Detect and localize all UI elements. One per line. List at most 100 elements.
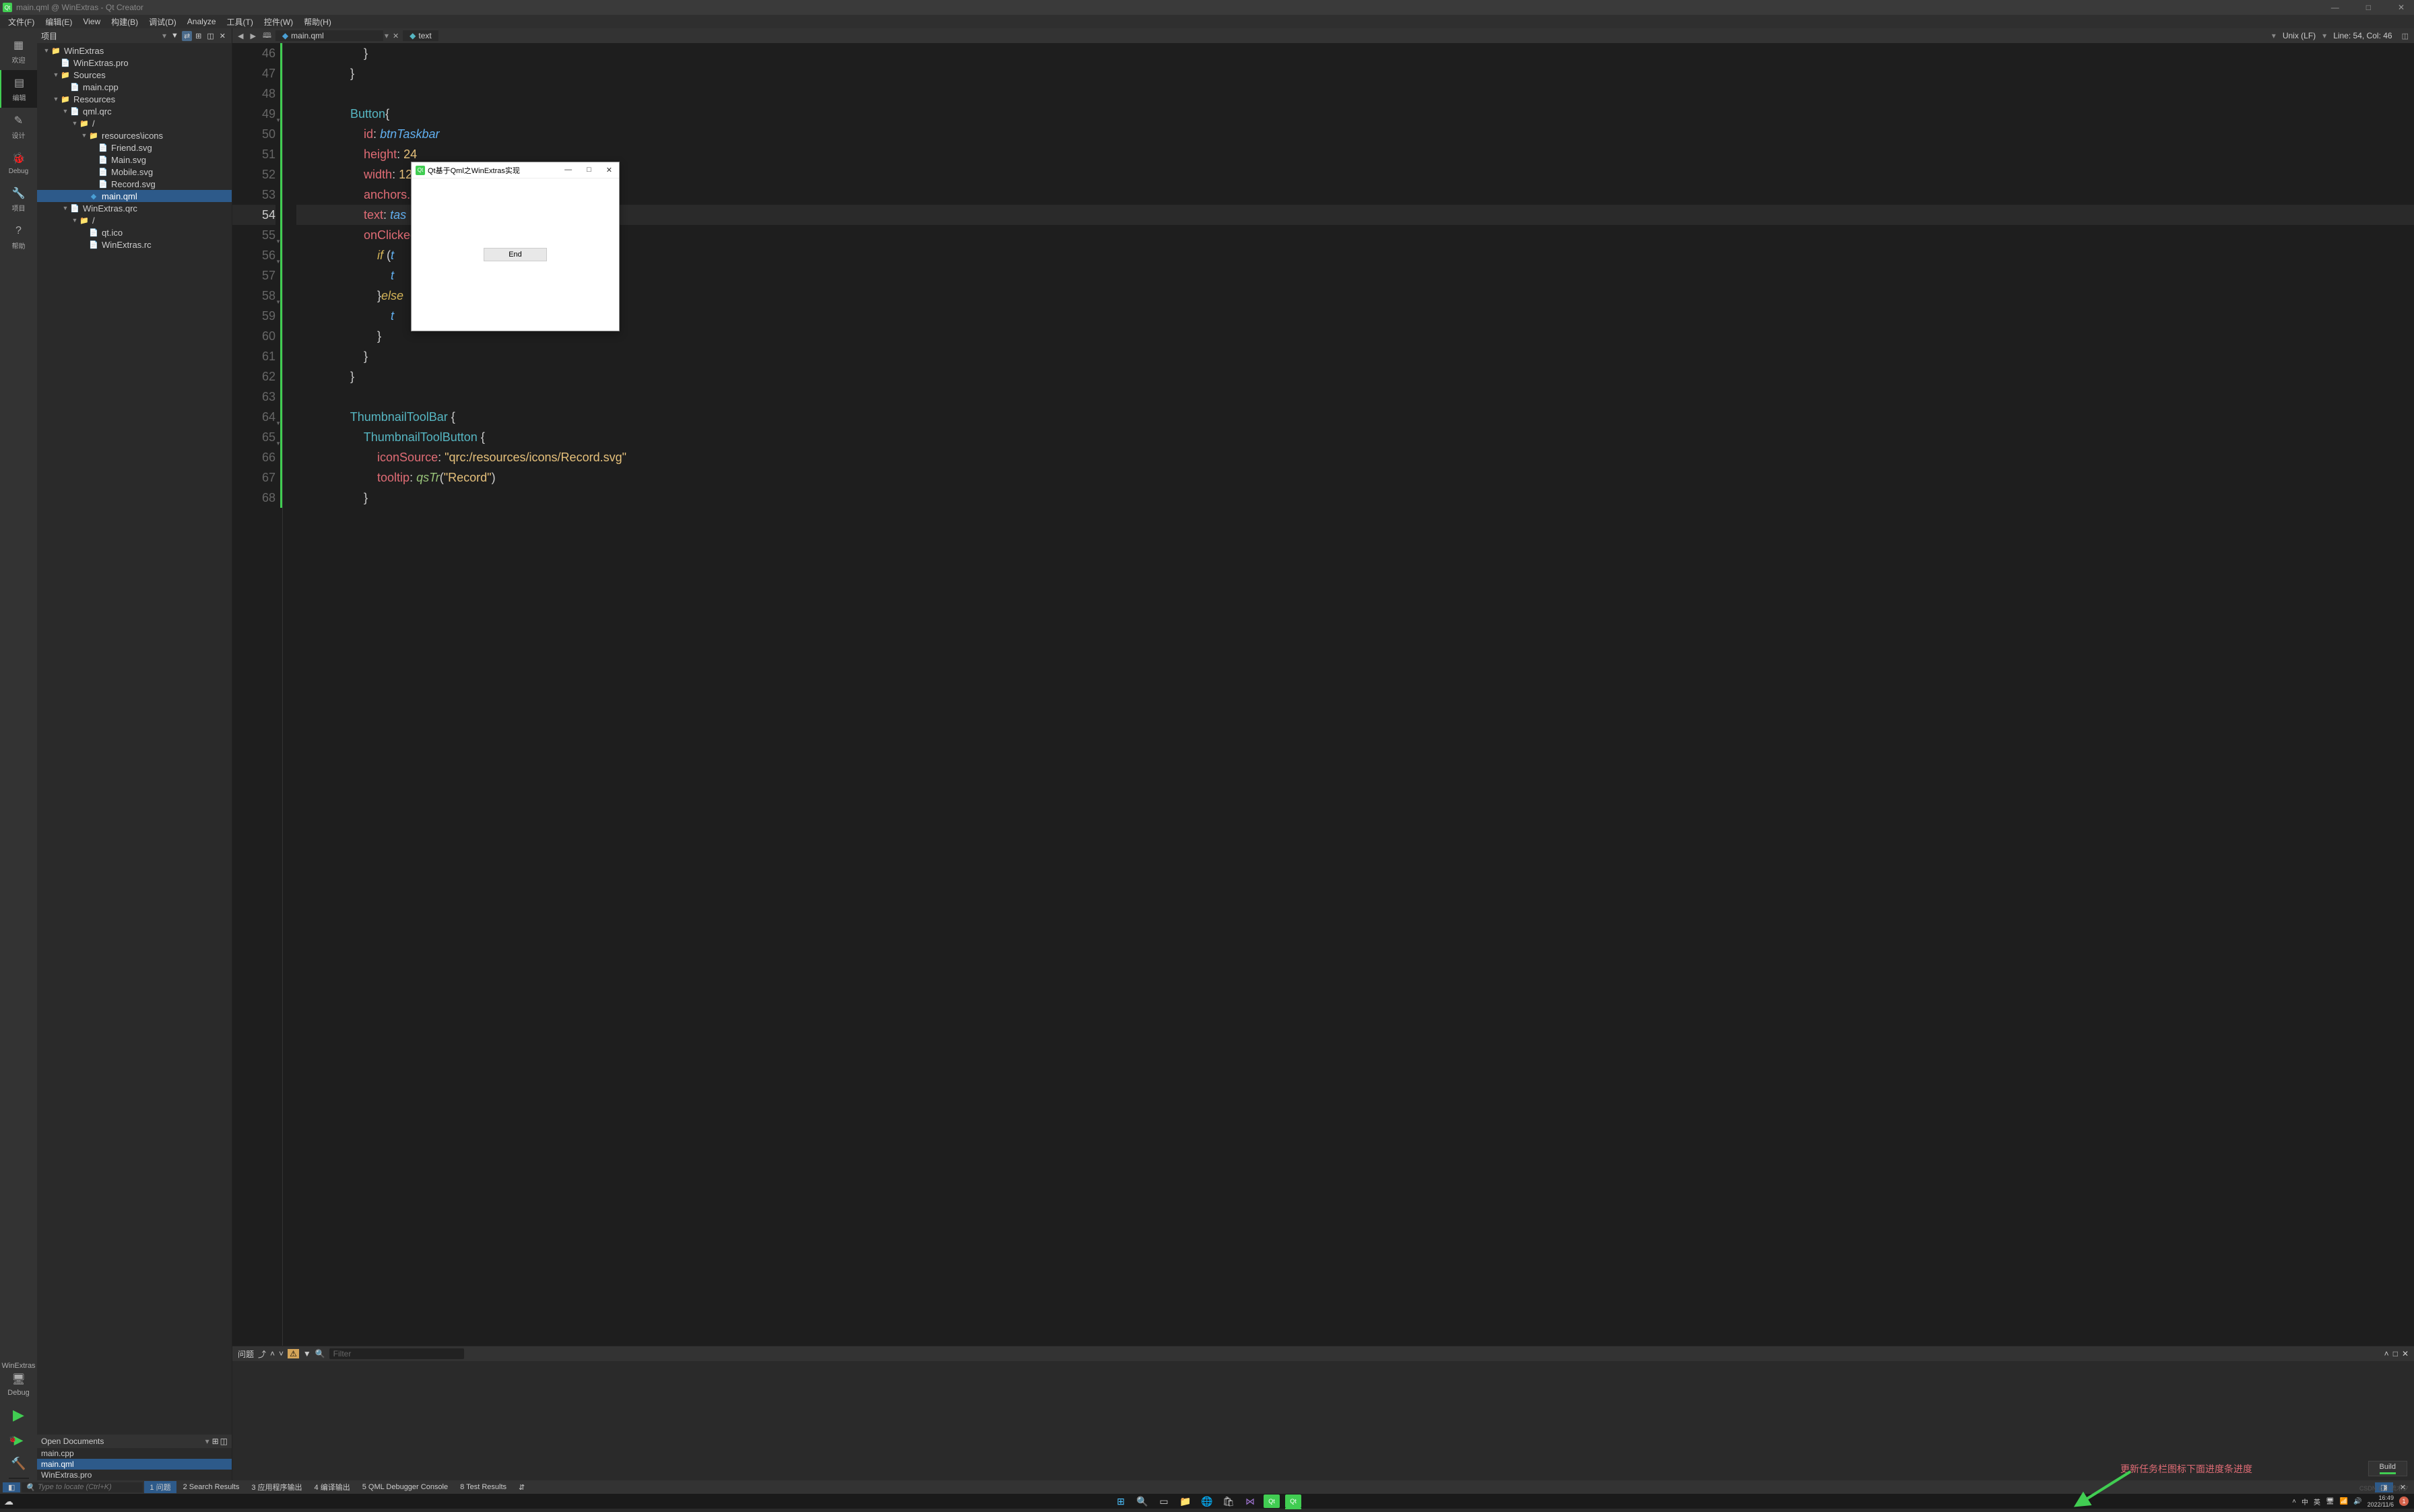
maximize-icon[interactable]: □: [2393, 1349, 2398, 1358]
explorer-icon[interactable]: 📁: [1177, 1494, 1194, 1508]
tab-app-output[interactable]: 3 应用程序输出: [246, 1481, 307, 1493]
tree-item[interactable]: ▼📄qml.qrc: [37, 105, 232, 117]
bookmark-icon[interactable]: 🕮: [260, 29, 274, 43]
nav-back-icon[interactable]: ◀: [235, 31, 246, 41]
symbol-selector[interactable]: ◆ text: [403, 30, 438, 41]
app-maximize-button[interactable]: □: [584, 166, 594, 174]
tab-search[interactable]: 2 Search Results: [178, 1482, 245, 1492]
menu-tools[interactable]: 工具(T): [222, 15, 259, 29]
vs-icon[interactable]: ⋈: [1242, 1494, 1258, 1508]
tab-compile-output[interactable]: 4 编译输出: [309, 1481, 356, 1493]
tree-item[interactable]: ▼📄WinExtras.qrc: [37, 202, 232, 214]
minimize-button[interactable]: —: [2324, 1, 2346, 13]
wifi-icon[interactable]: 📶: [2340, 1498, 2348, 1505]
store-icon[interactable]: 🛍: [1220, 1494, 1237, 1508]
link-icon[interactable]: ⇄: [182, 31, 192, 41]
add-icon[interactable]: ⊞: [193, 31, 203, 41]
sidebar-toggle-icon[interactable]: ◧: [3, 1482, 20, 1492]
menu-analyze[interactable]: Analyze: [182, 15, 222, 28]
edge-icon[interactable]: 🌐: [1199, 1494, 1215, 1508]
end-button[interactable]: End: [484, 248, 547, 261]
menu-debug[interactable]: 调试(D): [143, 15, 182, 29]
tree-item[interactable]: ▼📁WinExtras: [37, 44, 232, 57]
ime-mode-icon[interactable]: 英: [2314, 1497, 2320, 1507]
task-view-icon[interactable]: ▭: [1156, 1494, 1172, 1508]
tree-item[interactable]: 📄WinExtras.rc: [37, 238, 232, 251]
more-icon[interactable]: ⇵: [513, 1482, 530, 1492]
mode-edit[interactable]: ▤ 编辑: [0, 70, 37, 108]
tree-item[interactable]: ◆main.qml: [37, 190, 232, 202]
close-icon[interactable]: ✕: [2402, 1349, 2409, 1358]
menu-view[interactable]: View: [77, 15, 106, 28]
mode-welcome[interactable]: ▦ 欢迎: [0, 32, 37, 70]
tree-item[interactable]: ▼📁resources\icons: [37, 129, 232, 141]
opendocs-item[interactable]: main.qml: [37, 1459, 232, 1470]
splitter[interactable]: [9, 1478, 29, 1479]
notification-badge[interactable]: 1: [2399, 1497, 2409, 1506]
tree-item[interactable]: 📄Record.svg: [37, 178, 232, 190]
tree-item[interactable]: ▼📁/: [37, 214, 232, 226]
tree-item[interactable]: 📄qt.ico: [37, 226, 232, 238]
locator-input[interactable]: 🔍 Type to locate (Ctrl+K): [22, 1482, 143, 1492]
tree-item[interactable]: 📄Main.svg: [37, 154, 232, 166]
menu-widgets[interactable]: 控件(W): [259, 15, 298, 29]
collapse-icon[interactable]: ˄: [2384, 1349, 2389, 1358]
tab-qml-console[interactable]: 5 QML Debugger Console: [357, 1482, 453, 1492]
split-editor-icon[interactable]: ◫: [2399, 31, 2411, 41]
tree-item[interactable]: 📄Friend.svg: [37, 141, 232, 154]
qt-app-icon[interactable]: Qt: [1264, 1494, 1280, 1508]
up-icon[interactable]: ˄: [270, 1349, 275, 1358]
line-ending[interactable]: Unix (LF): [2277, 31, 2321, 40]
mode-debug[interactable]: 🐞 Debug: [0, 145, 37, 180]
weather-icon[interactable]: ☁: [4, 1496, 13, 1507]
menu-build[interactable]: 构建(B): [106, 15, 143, 29]
warning-icon[interactable]: ⚠: [288, 1349, 299, 1358]
close-pane-icon[interactable]: ✕: [218, 31, 228, 41]
opendocs-item[interactable]: main.cpp: [37, 1448, 232, 1459]
mode-design[interactable]: ✎ 设计: [0, 108, 37, 145]
app-titlebar[interactable]: Qt Qt基于Qml之WinExtras实现 — □ ✕: [412, 162, 619, 178]
mode-help[interactable]: ? 帮助: [0, 218, 37, 256]
tree-item[interactable]: ▼📁Sources: [37, 69, 232, 81]
filter-icon[interactable]: ▼: [169, 31, 181, 41]
file-selector[interactable]: ◆ main.qml: [275, 30, 383, 41]
project-tree[interactable]: ▼📁WinExtras📄WinExtras.pro▼📁Sources📄main.…: [37, 43, 232, 1435]
tree-icon[interactable]: ⤴: [258, 1348, 266, 1360]
tree-item[interactable]: ▼📁/: [37, 117, 232, 129]
run-debug-button[interactable]: ▶🐞: [14, 1429, 24, 1451]
nav-forward-icon[interactable]: ▶: [247, 31, 258, 41]
app-close-button[interactable]: ✕: [604, 166, 615, 174]
chevron-up-icon[interactable]: ˄: [2292, 1498, 2296, 1505]
tab-test-results[interactable]: 8 Test Results: [455, 1482, 512, 1492]
build-button[interactable]: 🔨: [11, 1451, 26, 1476]
menu-file[interactable]: 文件(F): [3, 15, 40, 29]
tab-issues[interactable]: 1 问题: [144, 1481, 176, 1493]
app-minimize-button[interactable]: —: [562, 166, 575, 174]
close-pane-icon[interactable]: ◫: [220, 1437, 228, 1446]
cursor-position[interactable]: Line: 54, Col: 46: [2328, 31, 2397, 40]
down-icon[interactable]: ˅: [279, 1349, 284, 1358]
volume-icon[interactable]: 🔊: [2353, 1498, 2361, 1505]
menu-edit[interactable]: 编辑(E): [40, 15, 77, 29]
search-icon[interactable]: 🔍: [1134, 1494, 1150, 1508]
filter-icon[interactable]: ▼: [303, 1349, 311, 1358]
kit-selector[interactable]: WinExtras 🖥 Debug: [0, 1358, 37, 1401]
tree-item[interactable]: 📄main.cpp: [37, 81, 232, 93]
clock[interactable]: 16:49 2022/11/6: [2368, 1494, 2394, 1508]
close-file-icon[interactable]: ✕: [390, 31, 401, 41]
menu-help[interactable]: 帮助(H): [298, 15, 337, 29]
opendocs-item[interactable]: WinExtras.pro: [37, 1470, 232, 1480]
close-button[interactable]: ✕: [2391, 1, 2411, 13]
network-icon[interactable]: 🖥: [2326, 1498, 2335, 1505]
mode-projects[interactable]: 🔧 项目: [0, 180, 37, 218]
ime-indicator[interactable]: 中: [2302, 1497, 2308, 1507]
filter-input[interactable]: Filter: [329, 1348, 464, 1359]
tree-item[interactable]: 📄Mobile.svg: [37, 166, 232, 178]
run-button[interactable]: ▶: [13, 1401, 24, 1429]
split-icon[interactable]: ◫: [205, 31, 216, 41]
qt-creator-taskbar-icon[interactable]: Qt: [1285, 1494, 1301, 1508]
start-icon[interactable]: ⊞: [1113, 1494, 1129, 1508]
tree-item[interactable]: 📄WinExtras.pro: [37, 57, 232, 69]
split-icon[interactable]: ⊞: [212, 1437, 219, 1446]
tree-item[interactable]: ▼📁Resources: [37, 93, 232, 105]
